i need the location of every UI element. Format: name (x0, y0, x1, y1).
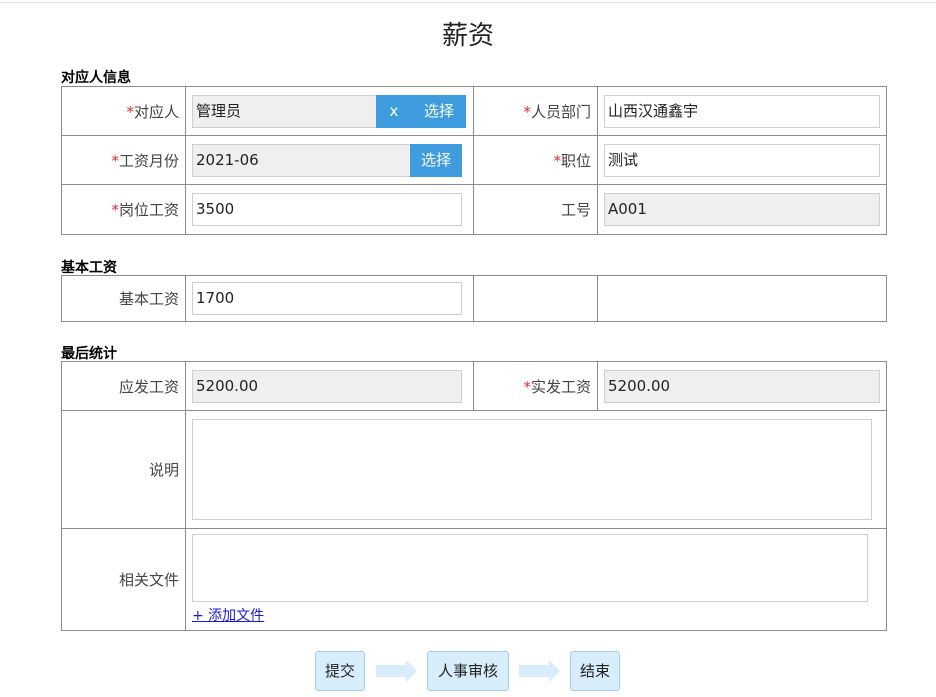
table-row: 相关文件 + 添加文件 (61, 528, 887, 631)
empty-cell (473, 275, 598, 322)
position-field[interactable]: 测试 (604, 143, 880, 177)
person-selector: 管理员 x 选择 (192, 94, 467, 128)
actual-label: *实发工资 (473, 361, 598, 411)
select-person-button[interactable]: 选择 (412, 94, 466, 128)
table-row: *工资月份 2021-06 选择 *职位 测试 (61, 135, 887, 185)
base-salary-field[interactable]: 1700 (192, 282, 462, 315)
arrow-right-icon (519, 660, 560, 682)
department-cell: 山西汉通鑫宇 (597, 86, 887, 136)
payable-field: 5200.00 (192, 369, 462, 403)
section-title-base: 基本工资 (61, 260, 117, 276)
page-title: 薪资 (441, 21, 494, 51)
info-table: *对应人 管理员 x 选择 *人员部门 山西汉通鑫宇 *工资月份 2021-06… (61, 86, 887, 235)
base-salary-label: 基本工资 (61, 275, 186, 322)
month-field[interactable]: 2021-06 (192, 143, 411, 177)
department-field[interactable]: 山西汉通鑫宇 (604, 94, 880, 128)
employee-id-cell: A001 (597, 184, 887, 235)
flow-step-submit[interactable]: 提交 (315, 651, 365, 691)
payable-label: 应发工资 (61, 361, 186, 411)
files-cell: + 添加文件 (185, 528, 887, 631)
post-salary-field[interactable]: 3500 (192, 193, 462, 226)
table-row: *对应人 管理员 x 选择 *人员部门 山西汉通鑫宇 (61, 86, 887, 136)
person-label: *对应人 (61, 86, 186, 136)
person-cell: 管理员 x 选择 (185, 86, 474, 136)
table-row: 说明 (61, 410, 887, 529)
post-salary-label: *岗位工资 (61, 184, 186, 235)
payable-cell: 5200.00 (185, 361, 474, 411)
arrow-right-icon (376, 660, 417, 682)
flow-step-hr-review[interactable]: 人事审核 (427, 651, 509, 691)
actual-cell: 5200.00 (597, 361, 887, 411)
clear-person-button[interactable]: x (376, 94, 412, 128)
table-row: *岗位工资 3500 工号 A001 (61, 184, 887, 235)
file-upload-area[interactable] (192, 534, 868, 602)
person-field[interactable]: 管理员 (192, 94, 377, 128)
table-row: 应发工资 5200.00 *实发工资 5200.00 (61, 361, 887, 411)
month-cell: 2021-06 选择 (185, 135, 474, 185)
approval-flow: 提交 人事审核 结束 (0, 651, 936, 691)
employee-id-field: A001 (604, 193, 880, 226)
remark-textarea[interactable] (192, 419, 872, 520)
files-label: 相关文件 (61, 528, 186, 631)
position-cell: 测试 (597, 135, 887, 185)
month-label: *工资月份 (61, 135, 186, 185)
position-label: *职位 (473, 135, 598, 185)
remark-label: 说明 (61, 410, 186, 529)
add-file-link[interactable]: + 添加文件 (192, 605, 264, 625)
base-salary-cell: 1700 (185, 275, 474, 322)
flow-step-end[interactable]: 结束 (570, 651, 620, 691)
month-selector: 2021-06 选择 (192, 143, 467, 177)
section-title-info: 对应人信息 (61, 70, 131, 86)
base-table: 基本工资 1700 (61, 275, 887, 322)
section-title-final: 最后统计 (61, 346, 117, 362)
empty-cell (597, 275, 887, 322)
top-divider (0, 2, 936, 3)
employee-id-label: 工号 (473, 184, 598, 235)
post-salary-cell: 3500 (185, 184, 474, 235)
select-month-button[interactable]: 选择 (410, 143, 462, 177)
actual-field: 5200.00 (604, 369, 880, 403)
final-table: 应发工资 5200.00 *实发工资 5200.00 说明 相关文件 + 添加文… (61, 361, 887, 631)
remark-cell (185, 410, 887, 529)
department-label: *人员部门 (473, 86, 598, 136)
table-row: 基本工资 1700 (61, 275, 887, 322)
